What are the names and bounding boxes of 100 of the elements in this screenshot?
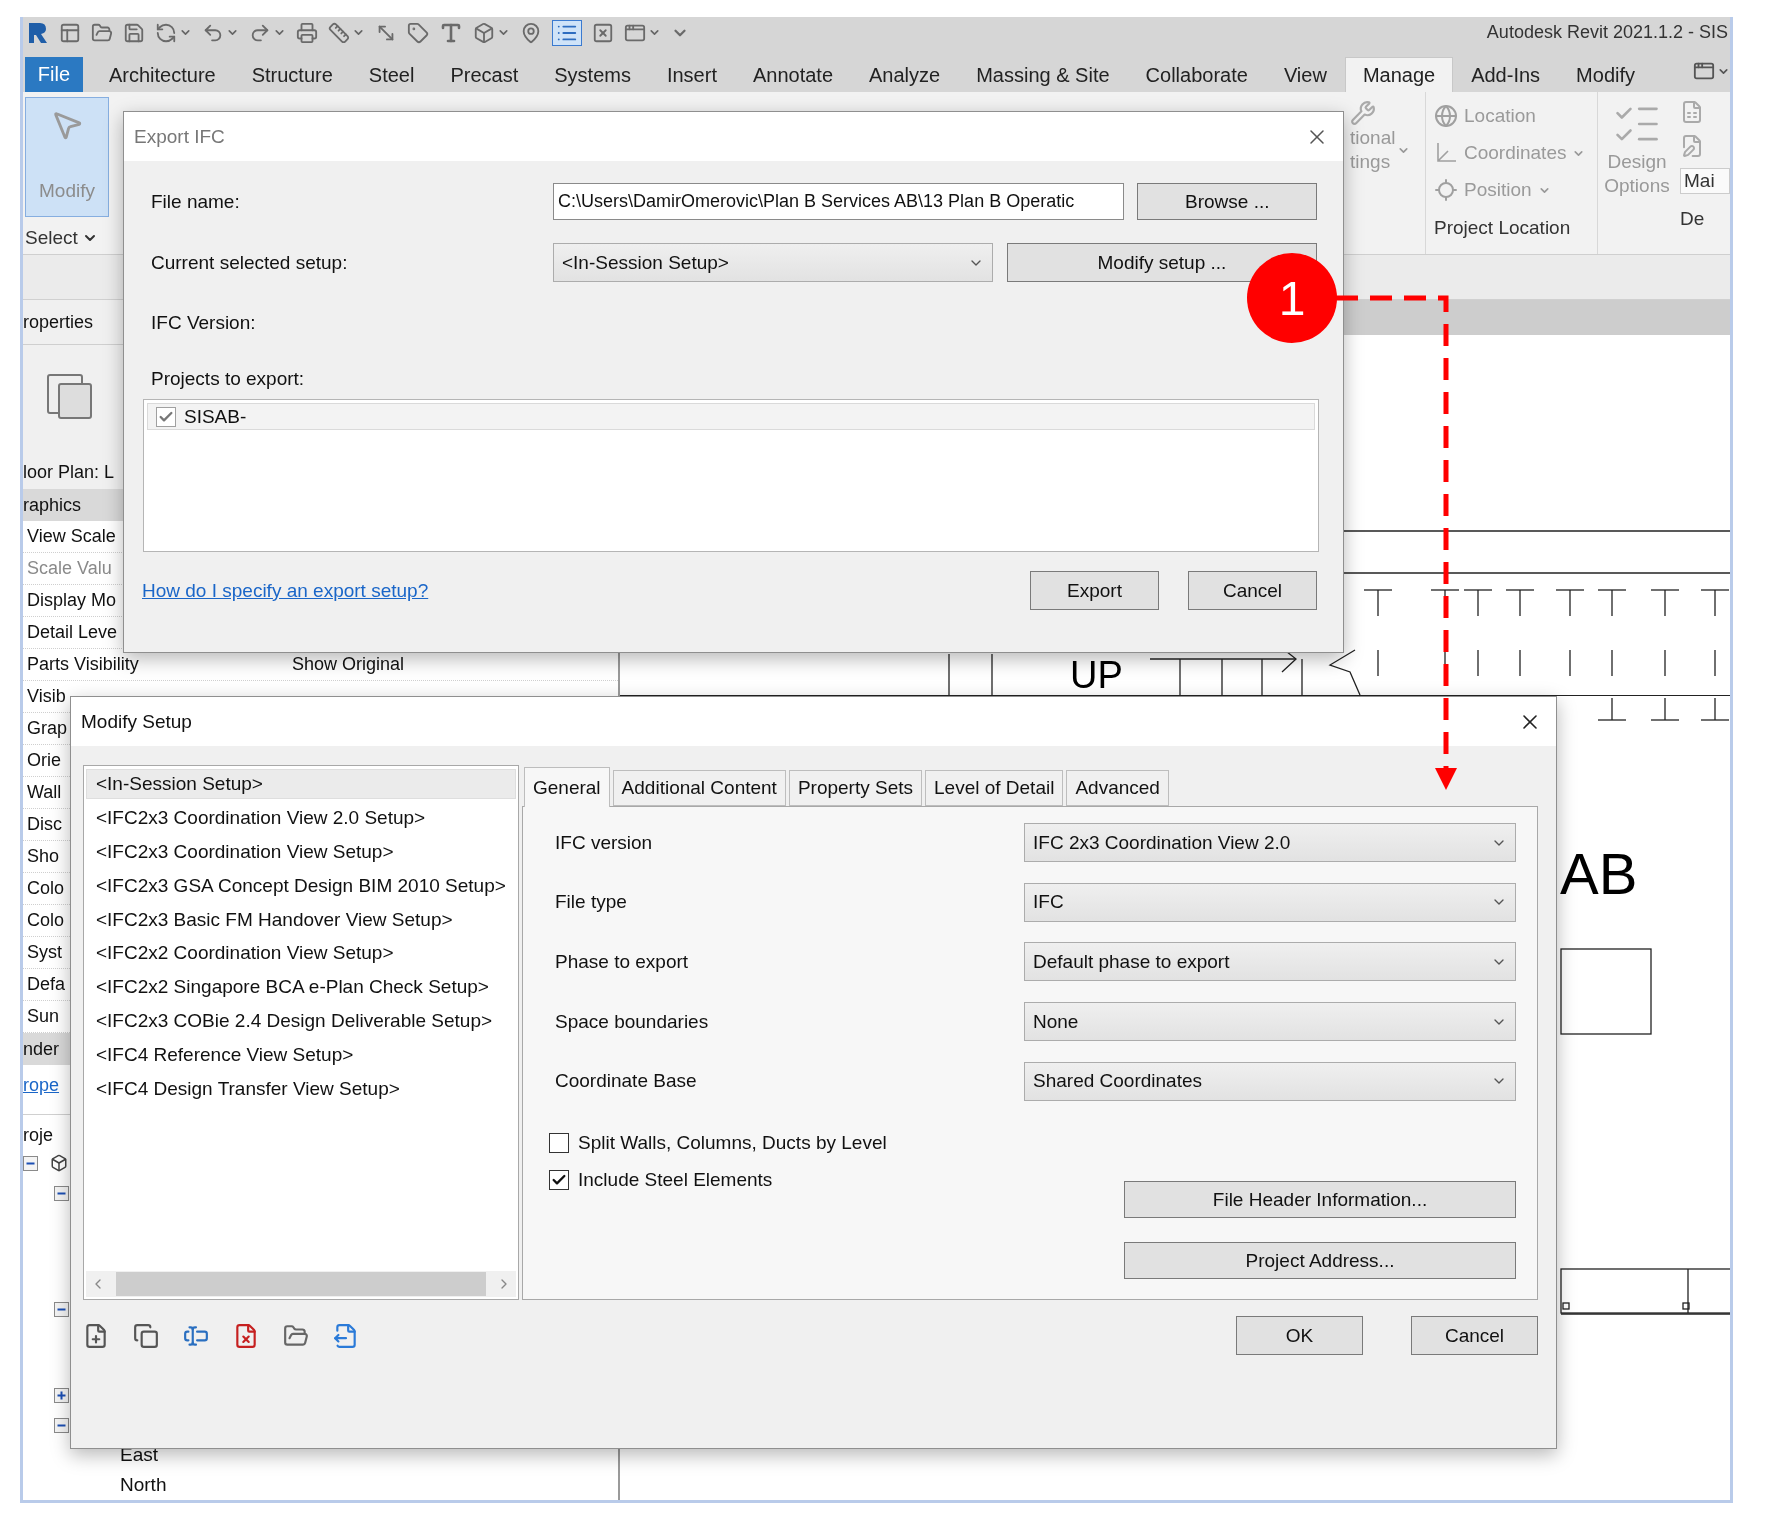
- horizontal-scrollbar[interactable]: [86, 1271, 516, 1297]
- option-field[interactable]: Mai: [1680, 168, 1730, 194]
- setup-item[interactable]: <IFC2x2 Coordination View Setup>: [86, 938, 516, 969]
- side-button[interactable]: Project Address...: [1124, 1242, 1516, 1280]
- setup-item[interactable]: <IFC2x2 Singapore BCA e-Plan Check Setup>: [86, 972, 516, 1003]
- option-dropdown[interactable]: Shared Coordinates: [1024, 1061, 1516, 1101]
- property-name: Visib: [27, 685, 66, 708]
- setup-item[interactable]: <IFC4 Design Transfer View Setup>: [86, 1074, 516, 1104]
- field-label: Coordinate Base: [555, 1070, 698, 1093]
- app-logo-icon[interactable]: [27, 20, 49, 45]
- panel-toggle-icon[interactable]: [1693, 60, 1715, 82]
- print-icon[interactable]: [296, 21, 318, 44]
- ribbon-tab[interactable]: Add-Ins: [1453, 57, 1559, 92]
- checkbox[interactable]: [156, 406, 176, 427]
- property-name: Detail Leve: [27, 621, 118, 644]
- property-name: Grap: [27, 717, 68, 740]
- dialog-tab[interactable]: Advanced: [1066, 770, 1169, 806]
- setup-item[interactable]: <IFC2x3 Coordination View Setup>: [86, 836, 516, 867]
- ok-button[interactable]: OK: [1236, 1316, 1363, 1355]
- tree-item[interactable]: North: [120, 1474, 167, 1496]
- ribbon-tab[interactable]: Modify: [1558, 57, 1653, 92]
- file-name-field[interactable]: C:\Users\DamirOmerovic\Plan B Services AB\13 Plan B Operatic: [553, 183, 1125, 220]
- drawing-label: AB: [1560, 845, 1638, 903]
- export-button[interactable]: Export: [1030, 571, 1159, 610]
- scrollbar-thumb[interactable]: [116, 1272, 486, 1296]
- group-label: Project Location: [1434, 217, 1571, 239]
- field-label: Current selected setup:: [151, 251, 349, 274]
- panel-icon[interactable]: [59, 21, 81, 44]
- open-folder-icon[interactable]: [283, 1322, 309, 1349]
- property-name: Display Mo: [27, 589, 117, 612]
- ribbon-tab[interactable]: Analyze: [851, 57, 959, 92]
- dialog-tab[interactable]: Additional Content: [612, 770, 786, 806]
- pin-icon[interactable]: [520, 21, 542, 44]
- tree-toggle[interactable]: [54, 1301, 69, 1317]
- ribbon-tab[interactable]: Steel: [350, 57, 433, 92]
- property-name: Colo: [27, 909, 65, 932]
- option-dropdown[interactable]: IFC 2x3 Coordination View 2.0: [1024, 823, 1516, 862]
- field-label: Projects to export:: [151, 368, 306, 390]
- browse-button[interactable]: Browse ...: [1137, 183, 1317, 220]
- wrench-icon[interactable]: [1350, 100, 1376, 126]
- view-type-icon: [45, 372, 95, 422]
- new-file-icon[interactable]: [83, 1322, 109, 1349]
- side-button[interactable]: File Header Information...: [1124, 1181, 1516, 1219]
- setup-item[interactable]: <In-Session Setup>: [86, 769, 516, 799]
- save-icon[interactable]: [123, 21, 145, 44]
- edit-file-icon[interactable]: [1680, 134, 1704, 158]
- ribbon-tab[interactable]: Structure: [233, 57, 351, 92]
- ribbon-tab[interactable]: Massing & Site: [958, 57, 1128, 92]
- checkbox[interactable]: [549, 1133, 569, 1154]
- checkbox[interactable]: [549, 1170, 569, 1191]
- property-name: View Scale: [27, 525, 116, 548]
- dialog-tab[interactable]: Property Sets: [788, 770, 922, 806]
- tree-toggle[interactable]: [54, 1185, 69, 1201]
- field-label: IFC version: [555, 831, 654, 854]
- dialog-title: Export IFC: [134, 125, 225, 148]
- tree-toggle[interactable]: [54, 1417, 69, 1433]
- option-dropdown[interactable]: None: [1024, 1002, 1516, 1042]
- tag-icon[interactable]: [407, 21, 429, 44]
- open-folder-icon[interactable]: [91, 21, 113, 44]
- delete-file-icon[interactable]: [233, 1322, 259, 1349]
- setup-item[interactable]: <IFC2x3 Coordination View 2.0 Setup>: [86, 802, 516, 833]
- drawing-label: UP: [1070, 656, 1123, 694]
- ribbon-tab[interactable]: View: [1265, 57, 1345, 92]
- ribbon-tab[interactable]: Systems: [536, 57, 649, 92]
- ruler-icon[interactable]: [328, 21, 350, 44]
- tree-toggle[interactable]: [54, 1387, 69, 1403]
- field-label: File type: [555, 891, 628, 914]
- dialog-tab[interactable]: Level of Detail: [925, 770, 1064, 806]
- properties-link[interactable]: rope: [23, 1075, 60, 1096]
- setup-item[interactable]: <IFC4 Reference View Setup>: [86, 1040, 516, 1071]
- sheet-icon[interactable]: [1680, 100, 1704, 124]
- cancel-button[interactable]: Cancel: [1188, 571, 1317, 610]
- help-link[interactable]: How do I specify an export setup?: [142, 579, 429, 602]
- copy-icon[interactable]: [133, 1322, 159, 1349]
- cube-icon[interactable]: [473, 21, 495, 44]
- project-row[interactable]: SISAB-: [147, 403, 1315, 430]
- dialog-tab[interactable]: General: [524, 767, 610, 807]
- ribbon-tab[interactable]: Collaborate: [1127, 57, 1266, 92]
- tree-toggle[interactable]: [23, 1155, 38, 1171]
- setup-item[interactable]: <IFC2x3 GSA Concept Design BIM 2010 Setup>: [86, 870, 516, 901]
- option-dropdown[interactable]: IFC: [1024, 882, 1516, 922]
- ribbon-tab[interactable]: Precast: [432, 57, 537, 92]
- property-value: Show Original: [292, 653, 405, 676]
- setup-dropdown[interactable]: <In-Session Setup>: [553, 243, 993, 282]
- ribbon-tab[interactable]: Architecture: [90, 57, 234, 92]
- file-tab[interactable]: File: [25, 57, 83, 92]
- setup-item[interactable]: <IFC2x3 COBie 2.4 Design Deliverable Setup>: [86, 1006, 516, 1037]
- setup-item[interactable]: <IFC2x3 Basic FM Handover View Setup>: [86, 904, 516, 935]
- ribbon-tab[interactable]: Insert: [648, 57, 735, 92]
- ribbon-tab[interactable]: Manage: [1344, 57, 1454, 92]
- cancel-button[interactable]: Cancel: [1411, 1316, 1538, 1355]
- select-menu[interactable]: Select: [25, 227, 123, 249]
- property-name: Colo: [27, 877, 65, 900]
- sync-icon[interactable]: [155, 21, 177, 44]
- ribbon-tab[interactable]: Annotate: [734, 57, 852, 92]
- section-header: raphics: [23, 494, 82, 516]
- close-windows-icon[interactable]: [592, 21, 614, 44]
- view-icon: [50, 1154, 68, 1172]
- option-dropdown[interactable]: Default phase to export: [1024, 942, 1516, 982]
- export-file-icon[interactable]: [333, 1322, 359, 1349]
